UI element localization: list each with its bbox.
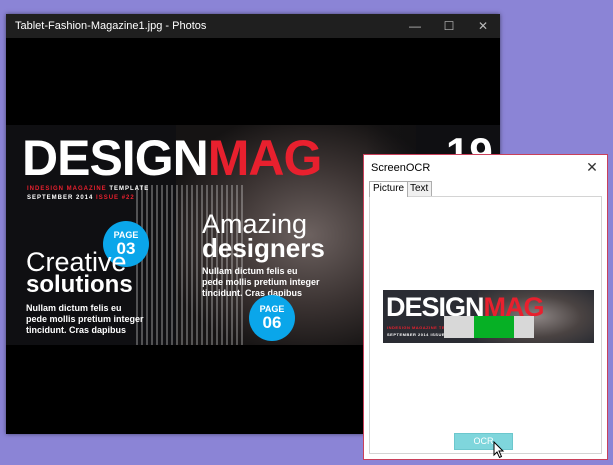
body-line: pede mollis pretium integer [202,277,320,287]
tagline-white: TEMPLATE [106,186,150,192]
minimize-icon[interactable]: — [398,14,432,38]
magazine-date: SEPTEMBER 2014 ISSUE #22 [27,195,135,201]
tab-text[interactable]: Text [406,181,433,196]
picture-panel: DESIGNMAG INDESIGN MAGAZINE TEMPLATE SEP… [369,196,602,454]
logo-mag: MAG [207,130,323,186]
date-white: SEPTEMBER 2014 [27,195,97,201]
captured-image-thumbnail: DESIGNMAG INDESIGN MAGAZINE TEMPLATE SEP… [383,290,594,343]
magazine-tagline: INDESIGN MAGAZINE TEMPLATE [27,186,149,192]
body-text-right: Nullam dictum felis eu pede mollis preti… [202,266,320,299]
progress-indicator [473,316,515,338]
close-icon[interactable]: ✕ [466,14,500,38]
ocr-titlebar[interactable]: ScreenOCR ✕ [364,155,607,180]
tagline-red: INDESIGN MAGAZINE [27,186,107,192]
body-line: tincidunt. Cras dapibus [26,325,127,335]
headline-solutions: solutions [26,271,133,298]
maximize-icon[interactable]: ☐ [432,14,466,38]
body-text-left: Nullam dictum felis eu pede mollis preti… [26,303,144,336]
close-icon[interactable]: ✕ [579,155,605,180]
page-badge-06: PAGE 06 [249,295,295,341]
photos-window-title: Tablet-Fashion-Magazine1.jpg - Photos [15,20,207,32]
tab-picture[interactable]: Picture [369,181,409,197]
body-line: Nullam dictum felis eu [26,303,122,313]
ocr-progress-bar [444,316,534,338]
body-line: Nullam dictum felis eu [202,266,298,276]
mouse-cursor-icon [493,441,505,459]
date-red: ISSUE #22 [96,195,135,201]
photos-titlebar[interactable]: Tablet-Fashion-Magazine1.jpg - Photos — … [6,14,500,38]
screenocr-window: ScreenOCR ✕ Picture Text DESIGNMAG INDES… [363,154,608,460]
badge-page-number: 06 [262,313,282,332]
magazine-logo: DESIGNMAG [22,129,323,187]
logo-design: DESIGN [22,130,209,186]
ocr-window-title: ScreenOCR [371,162,431,174]
headline-designers: designers [202,233,325,263]
body-line: pede mollis pretium integer [26,314,144,324]
